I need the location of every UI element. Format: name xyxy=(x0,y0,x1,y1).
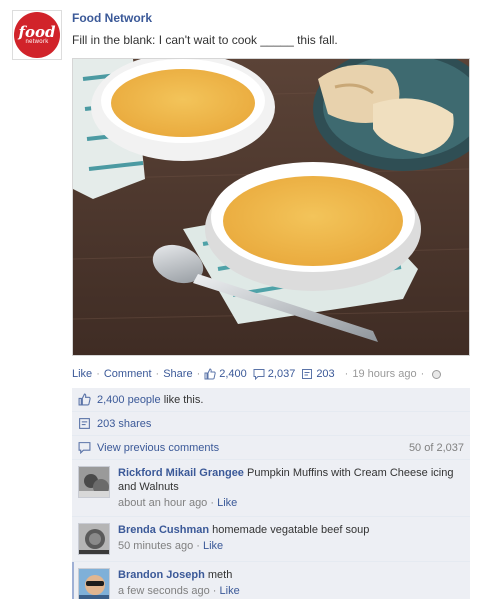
comment-item: Brenda Cushman homemade vegatable beef s… xyxy=(72,517,470,562)
shares-count-value: 203 xyxy=(316,368,335,380)
shares-row: 203 shares xyxy=(72,412,470,436)
feedback-section: 2,400 people like this. 203 shares View … xyxy=(72,388,470,599)
comment-author-link[interactable]: Rickford Mikail Grangee xyxy=(118,467,244,479)
comment-item: Brandon Joseph meth a few seconds ago · … xyxy=(72,562,470,599)
separator: · xyxy=(155,368,160,380)
view-previous-comments-link[interactable]: View previous comments xyxy=(97,442,219,454)
comment-text: meth xyxy=(207,569,233,581)
comment-like-link[interactable]: Like xyxy=(220,585,240,597)
commenter-avatar[interactable] xyxy=(78,568,110,599)
share-icon xyxy=(78,417,91,430)
comment-like-link[interactable]: Like xyxy=(203,540,223,552)
page-avatar[interactable]: food network xyxy=(12,10,62,60)
commenter-avatar[interactable] xyxy=(78,466,110,498)
comment-author-link[interactable]: Brenda Cushman xyxy=(118,524,209,536)
separator: · xyxy=(196,368,201,380)
comment-like-link[interactable]: Like xyxy=(217,497,237,509)
post-message: Fill in the blank: I can't wait to cook … xyxy=(72,33,338,47)
logo-subword: network xyxy=(25,38,49,45)
separator: · xyxy=(344,368,349,380)
post-action-bar: Like · Comment · Share · 2,400 2,037 203… xyxy=(72,366,442,382)
likes-suffix: like this. xyxy=(163,393,204,406)
shares-count[interactable]: 203 xyxy=(301,368,335,380)
comment-author-link[interactable]: Brandon Joseph xyxy=(118,569,205,581)
likes-count[interactable]: 2,400 xyxy=(204,368,247,380)
separator: · xyxy=(420,368,425,380)
food-network-logo: food network xyxy=(14,12,60,58)
view-previous-row: View previous comments 50 of 2,037 xyxy=(72,436,470,460)
comment-item: Rickford Mikail Grangee Pumpkin Muffins … xyxy=(72,460,470,517)
thumbs-up-icon xyxy=(204,368,216,380)
comment-text: homemade vegatable beef soup xyxy=(212,524,370,536)
likes-people-link[interactable]: 2,400 people xyxy=(97,394,161,406)
share-icon xyxy=(302,369,313,379)
soup-photo-image xyxy=(73,59,469,355)
post-timestamp[interactable]: 19 hours ago xyxy=(352,368,416,380)
post-author-link[interactable]: Food Network xyxy=(72,11,152,25)
thumbs-up-icon xyxy=(78,393,91,406)
comment-time[interactable]: about an hour ago xyxy=(118,497,207,509)
globe-icon xyxy=(432,369,442,379)
like-link[interactable]: Like xyxy=(72,368,92,380)
likes-count-value: 2,400 xyxy=(219,368,247,380)
comment-link[interactable]: Comment xyxy=(104,368,152,380)
comment-time[interactable]: a few seconds ago xyxy=(118,585,210,597)
likes-row: 2,400 people like this. xyxy=(72,388,470,412)
shares-link[interactable]: 203 shares xyxy=(97,418,151,430)
comments-count-value: 2,037 xyxy=(267,368,296,380)
comment-bubble-icon xyxy=(78,441,91,454)
post-photo[interactable] xyxy=(72,58,470,356)
comment-bubble-icon xyxy=(253,369,265,380)
share-link[interactable]: Share xyxy=(163,368,192,380)
comments-count[interactable]: 2,037 xyxy=(253,368,296,380)
comment-count-text: 50 of 2,037 xyxy=(408,441,464,454)
comment-time[interactable]: 50 minutes ago xyxy=(118,540,193,552)
separator: · xyxy=(96,368,100,380)
commenter-avatar[interactable] xyxy=(78,523,110,555)
logo-word: food xyxy=(18,22,56,41)
